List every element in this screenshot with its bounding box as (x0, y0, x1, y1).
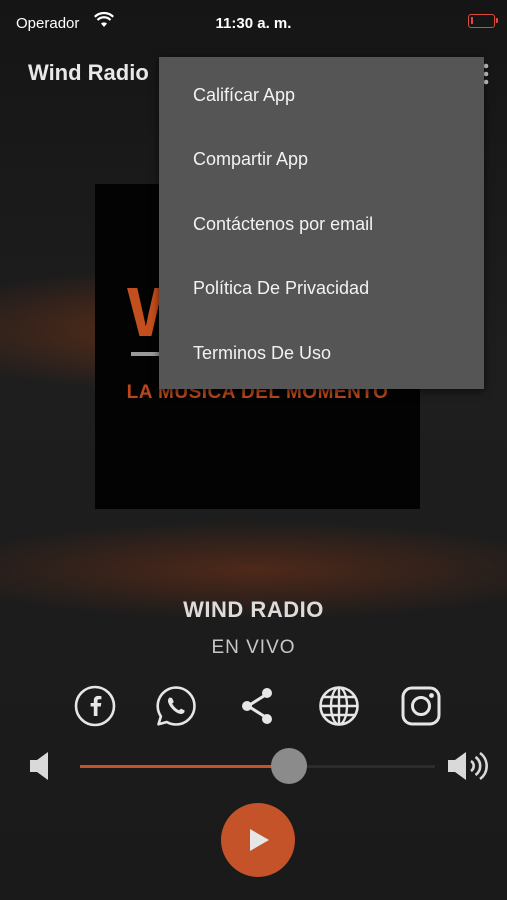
volume-control (0, 742, 507, 792)
volume-slider-fill (80, 765, 290, 768)
menu-item-share-app[interactable]: Compartir App (193, 149, 308, 170)
menu-item-terms-of-use[interactable]: Terminos De Uso (193, 343, 331, 364)
social-links (0, 683, 507, 729)
play-button[interactable] (221, 803, 295, 877)
menu-item-contact-email[interactable]: Contáctenos por email (193, 214, 373, 235)
menu-item-rate-app[interactable]: Califícar App (193, 85, 295, 106)
app-title: Wind Radio (28, 60, 149, 85)
volume-slider-thumb[interactable] (271, 748, 308, 784)
menu-item-privacy-policy[interactable]: Política De Privacidad (193, 278, 369, 299)
battery-level (471, 17, 474, 24)
facebook-icon[interactable] (72, 683, 118, 729)
overflow-menu: Califícar App Compartir App Contáctenos … (159, 57, 484, 389)
play-icon (250, 829, 269, 851)
volume-slider-track[interactable] (80, 748, 435, 784)
whatsapp-icon[interactable] (153, 683, 199, 729)
volume-low-icon (30, 752, 48, 780)
live-status: EN VIVO (211, 637, 296, 658)
status-bar: Operador 11:30 a. m. (0, 0, 507, 46)
clock: 11:30 a. m. (215, 15, 292, 32)
station-name: WIND RADIO (183, 597, 324, 622)
battery-icon (468, 14, 498, 28)
instagram-icon[interactable] (398, 683, 444, 729)
share-icon[interactable] (235, 683, 281, 729)
globe-icon[interactable] (316, 683, 362, 729)
volume-high-icon (448, 751, 488, 781)
